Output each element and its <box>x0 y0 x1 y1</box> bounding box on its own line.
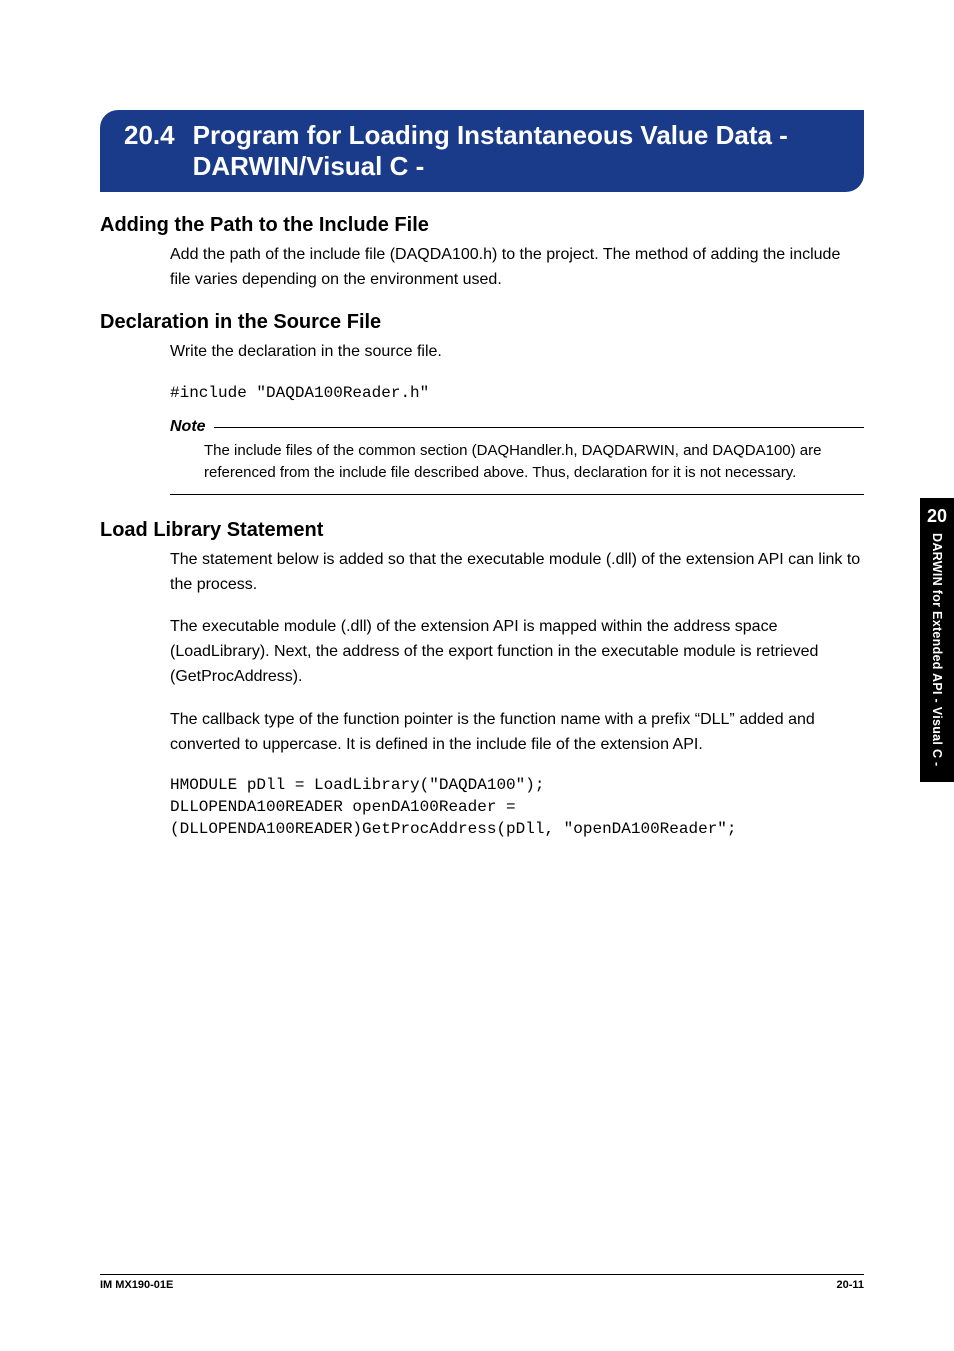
side-tab-text: DARWIN for Extended API - Visual C - <box>930 533 944 767</box>
note-rule <box>214 427 864 428</box>
note-label: Note <box>170 418 206 436</box>
section-number: 20.4 <box>124 120 175 151</box>
paragraph: The statement below is added so that the… <box>170 548 864 598</box>
note-rule <box>170 494 864 495</box>
code-block: HMODULE pDll = LoadLibrary("DAQDA100"); … <box>170 775 864 840</box>
page-content: 20.4 Program for Loading Instantaneous V… <box>0 0 954 1351</box>
side-tab-number: 20 <box>920 506 954 527</box>
note-body: The include files of the common section … <box>204 440 864 490</box>
note-header: Note <box>170 418 864 436</box>
paragraph: Add the path of the include file (DAQDA1… <box>170 243 864 293</box>
note-block: Note The include files of the common sec… <box>170 418 864 495</box>
heading-load-library: Load Library Statement <box>100 519 864 542</box>
section-title-bar: 20.4 Program for Loading Instantaneous V… <box>100 110 864 192</box>
footer-left: IM MX190-01E <box>100 1279 173 1291</box>
paragraph: Write the declaration in the source file… <box>170 340 864 365</box>
page-footer: IM MX190-01E 20-11 <box>100 1274 864 1291</box>
paragraph: The callback type of the function pointe… <box>170 708 864 758</box>
code-block: #include "DAQDA100Reader.h" <box>170 383 864 405</box>
paragraph: The executable module (.dll) of the exte… <box>170 615 864 689</box>
heading-declaration: Declaration in the Source File <box>100 311 864 334</box>
side-tab: 20 DARWIN for Extended API - Visual C - <box>920 498 954 782</box>
footer-right: 20-11 <box>836 1279 864 1291</box>
section-title-text: Program for Loading Instantaneous Value … <box>193 120 840 182</box>
heading-adding-path: Adding the Path to the Include File <box>100 214 864 237</box>
